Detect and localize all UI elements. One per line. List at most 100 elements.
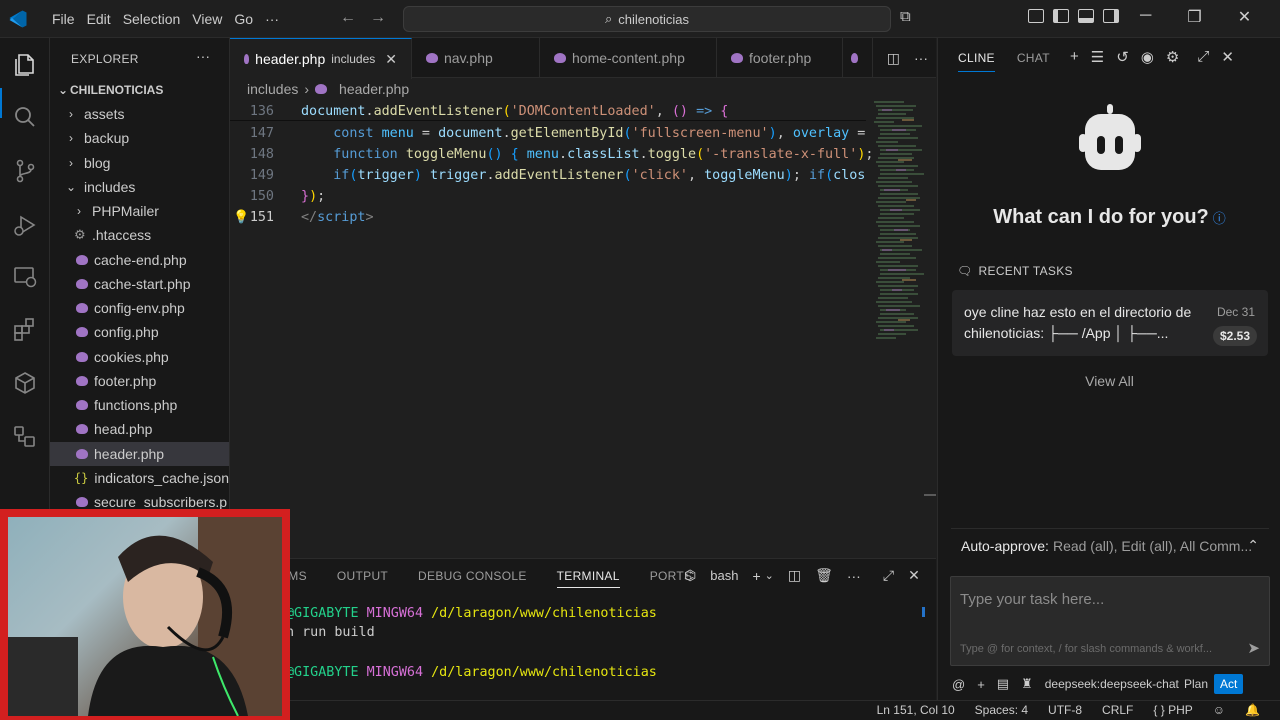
scrollbar-thumb[interactable]	[924, 494, 936, 496]
tab-terminal[interactable]: TERMINAL	[556, 569, 620, 588]
braces-icon: { }	[1153, 703, 1165, 717]
tab-debug-console[interactable]: DEBUG CONSOLE	[418, 569, 527, 588]
minimize-icon[interactable]: ─	[1140, 7, 1151, 27]
toggle-secondary-sidebar-icon[interactable]	[1103, 9, 1119, 23]
task-text: oye cline haz esto en el directorio de c…	[964, 304, 1192, 341]
folder-item[interactable]: › assets	[50, 102, 229, 126]
language-mode[interactable]: { } PHP	[1153, 703, 1192, 717]
term-path: /d/laragon/www/chilenoticias	[431, 606, 657, 621]
copilot-status-icon[interactable]: ☺	[1213, 703, 1225, 717]
new-terminal-icon[interactable]: +	[752, 568, 760, 584]
remote-explorer-icon[interactable]	[12, 264, 38, 290]
copilot-icon[interactable]: ⧉	[900, 8, 911, 25]
folder-item[interactable]: ⌄ includes	[50, 175, 229, 199]
menu-view[interactable]: View	[186, 11, 228, 27]
back-arrow-icon[interactable]: ←	[340, 9, 356, 27]
run-debug-icon[interactable]	[12, 212, 38, 238]
toggle-primary-sidebar-icon[interactable]	[1053, 9, 1069, 23]
copilot-menu[interactable]: ⧉	[900, 8, 911, 25]
file-item[interactable]: config-env.php	[50, 296, 229, 320]
close-panel-icon[interactable]: ✕	[908, 567, 920, 584]
folder-item[interactable]: › blog	[50, 151, 229, 175]
chevron-down-icon[interactable]: ⌄	[765, 569, 774, 582]
chevron-up-icon[interactable]: ⌃	[1247, 537, 1259, 554]
command-center-search[interactable]: ⌕ chilenoticias	[403, 6, 891, 32]
settings-gear-icon[interactable]: ⚙	[1166, 48, 1179, 66]
close-panel-icon[interactable]: ✕	[1221, 48, 1234, 66]
tab-output[interactable]: OUTPUT	[337, 569, 388, 588]
cube-icon[interactable]	[12, 370, 38, 396]
source-control-icon[interactable]	[12, 158, 38, 184]
file-item[interactable]: ⚙ .htaccess	[50, 223, 229, 247]
file-item[interactable]: {} indicators_cache.json	[50, 466, 229, 490]
customize-layout-icon[interactable]	[1028, 9, 1044, 23]
info-icon[interactable]: ⓘ	[1213, 211, 1226, 226]
tree-item-label: assets	[84, 106, 125, 122]
model-selector[interactable]: deepseek:deepseek-chat	[1045, 677, 1179, 691]
mention-icon[interactable]: @	[952, 677, 965, 692]
menu-edit[interactable]: Edit	[81, 11, 117, 27]
search-icon[interactable]	[12, 104, 38, 130]
restore-icon[interactable]: ❐	[1187, 7, 1201, 27]
maximize-panel-icon[interactable]: ⤢	[883, 567, 894, 584]
explorer-title: EXPLORER	[71, 52, 139, 66]
file-item[interactable]: header.php	[50, 441, 229, 466]
lightbulb-icon[interactable]: 💡	[233, 210, 249, 225]
file-item[interactable]: config.php	[50, 320, 229, 344]
extensions-icon[interactable]	[12, 316, 38, 342]
account-icon[interactable]: ◉	[1141, 48, 1154, 66]
send-icon[interactable]: ➤	[1247, 639, 1260, 657]
file-item[interactable]: cache-start.php	[50, 272, 229, 296]
close-window-icon[interactable]: ✕	[1238, 7, 1251, 27]
cursor-position[interactable]: Ln 151, Col 10	[877, 703, 955, 717]
file-item[interactable]: footer.php	[50, 369, 229, 393]
trash-icon[interactable]: 🗑	[815, 567, 833, 584]
code-area[interactable]: 136 document.addEventListener('DOMConten…	[230, 38, 936, 558]
indentation[interactable]: Spaces: 4	[975, 703, 1028, 717]
folder-item[interactable]: › PHPMailer	[50, 199, 229, 223]
file-item[interactable]: cache-end.php	[50, 248, 229, 272]
task-input[interactable]: Type your task here... Type @ for contex…	[950, 576, 1270, 666]
menu-file[interactable]: File	[46, 11, 81, 27]
line-endings[interactable]: CRLF	[1102, 703, 1133, 717]
minimap[interactable]	[872, 100, 924, 350]
tab-chat[interactable]: CHAT	[1017, 51, 1050, 72]
add-context-icon[interactable]: +	[977, 677, 985, 692]
file-item[interactable]: head.php	[50, 417, 229, 441]
tab-cline[interactable]: CLINE	[958, 51, 995, 72]
split-terminal-icon[interactable]: ◫	[788, 567, 801, 584]
terminal-line: n run build	[286, 625, 375, 640]
menu-go[interactable]: Go	[228, 11, 259, 27]
act-mode-button[interactable]: Act	[1214, 674, 1244, 694]
file-item[interactable]: cookies.php	[50, 345, 229, 369]
mcp-servers-icon[interactable]: ☰	[1091, 48, 1104, 66]
view-all-link[interactable]: View All	[938, 373, 1280, 389]
menu-more[interactable]: ···	[259, 11, 285, 27]
history-icon[interactable]: ↺	[1116, 48, 1129, 66]
term-host: @GIGABYTE	[286, 665, 359, 680]
model-icon: ♜	[1021, 676, 1033, 691]
explorer-icon[interactable]	[12, 52, 38, 78]
new-task-icon[interactable]: +	[1070, 48, 1079, 66]
plan-mode-button[interactable]: Plan	[1178, 674, 1214, 694]
cline-icon[interactable]	[12, 424, 38, 450]
encoding[interactable]: UTF-8	[1048, 703, 1082, 717]
sticky-scroll-shadow	[230, 120, 866, 121]
workspace-root[interactable]: ⌄ CHILENOTICIAS	[50, 78, 229, 102]
recent-task-card[interactable]: oye cline haz esto en el directorio de c…	[952, 290, 1268, 356]
shell-name[interactable]: bash	[710, 568, 738, 583]
more-actions-icon[interactable]: ···	[847, 568, 861, 584]
panel-tabs: EMS OUTPUT DEBUG CONSOLE TERMINAL PORTS	[280, 569, 692, 588]
more-actions-icon[interactable]: ···	[196, 48, 210, 64]
forward-arrow-icon[interactable]: →	[370, 9, 386, 27]
folder-item[interactable]: › backup	[50, 126, 229, 150]
rules-icon[interactable]: ▤	[997, 676, 1009, 692]
menu-selection[interactable]: Selection	[117, 11, 187, 27]
notifications-bell-icon[interactable]: 🔔	[1245, 703, 1260, 717]
toggle-panel-icon[interactable]	[1078, 9, 1094, 23]
code-line: function toggleMenu() { menu.classList.t…	[333, 147, 874, 162]
open-in-editor-icon[interactable]: ⤢	[1197, 48, 1209, 66]
file-item[interactable]: functions.php	[50, 393, 229, 417]
auto-approve-bar[interactable]: Auto-approve: Read (all), Edit (all), Al…	[951, 528, 1269, 562]
terminal-scroll-marker	[922, 607, 925, 617]
